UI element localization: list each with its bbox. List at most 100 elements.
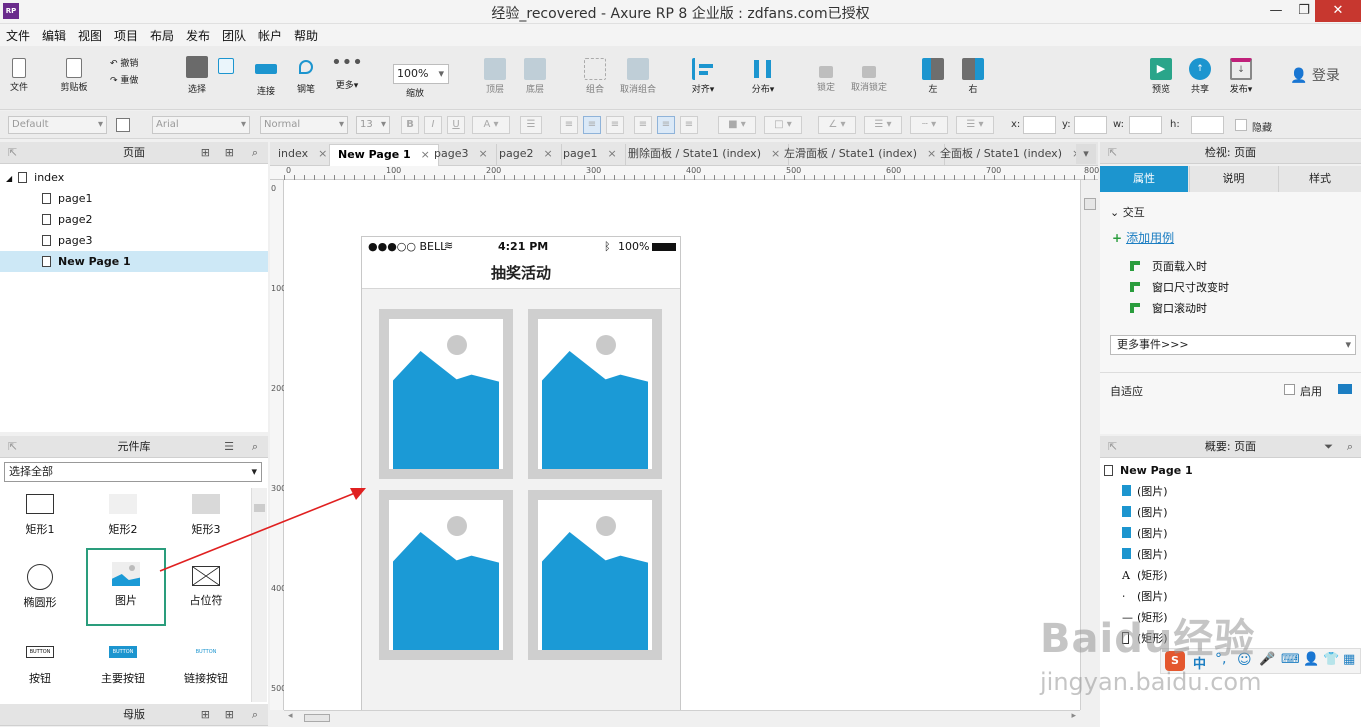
lock-button[interactable]: 锁定 bbox=[812, 52, 840, 93]
font-size-select[interactable]: 13 bbox=[356, 116, 390, 134]
bold-button[interactable]: B bbox=[401, 116, 419, 134]
font-weight-select[interactable]: Normal bbox=[260, 116, 348, 134]
library-filter-select[interactable]: 选择全部 ▾ bbox=[4, 462, 262, 482]
add-master-icon[interactable]: ⊞ bbox=[201, 704, 210, 726]
outline-item[interactable]: (图片) bbox=[1100, 502, 1361, 523]
distribute-button[interactable]: 分布▾ bbox=[748, 52, 778, 95]
menu-file[interactable]: 文件 bbox=[6, 27, 30, 44]
expand-arrow-icon[interactable]: ◢ bbox=[6, 174, 12, 183]
ime-mic-icon[interactable]: 🎤 bbox=[1259, 652, 1275, 667]
more-events-select[interactable]: 更多事件>>> ▾ bbox=[1110, 335, 1356, 355]
tab-new-page-1[interactable]: New Page 1 × bbox=[329, 144, 439, 166]
menu-layout[interactable]: 布局 bbox=[150, 27, 174, 44]
clipboard-button[interactable]: 剪贴板 bbox=[56, 52, 92, 93]
close-tab-icon[interactable]: × bbox=[543, 147, 552, 160]
valign-top-button[interactable]: ≡ bbox=[634, 116, 652, 134]
outline-item[interactable]: A (矩形) bbox=[1100, 565, 1361, 586]
underline-button[interactable]: U bbox=[447, 116, 465, 134]
page-tree-item-selected[interactable]: New Page 1 bbox=[0, 251, 268, 272]
ime-user-icon[interactable]: 👤 bbox=[1303, 652, 1319, 667]
collapse-icon[interactable]: ⇱ bbox=[8, 436, 17, 458]
widget-button[interactable]: BUTTON 按钮 bbox=[0, 640, 80, 696]
tab-page3[interactable]: page3 × bbox=[426, 144, 497, 166]
line-width-button[interactable]: ☰ ▾ bbox=[864, 116, 902, 134]
outline-item[interactable]: (图片) bbox=[1100, 544, 1361, 565]
publish-button[interactable]: ↓ 发布▾ bbox=[1226, 52, 1256, 95]
send-to-bottom-button[interactable]: 底层 bbox=[520, 52, 550, 95]
valign-middle-button[interactable]: ≡ bbox=[657, 116, 675, 134]
connect-button[interactable]: 连接 bbox=[252, 52, 280, 97]
unlock-button[interactable]: 取消锁定 bbox=[848, 52, 890, 93]
fill-color-button[interactable]: ■ ▾ bbox=[718, 116, 756, 134]
phone-mockup[interactable]: ●●●○○ BELL ≋ 4:21 PM ᛒ 100% 抽奖活动 bbox=[361, 236, 681, 716]
menu-view[interactable]: 视图 bbox=[78, 27, 102, 44]
widget-ellipse[interactable]: 椭圆形 bbox=[0, 560, 80, 616]
add-folder-icon[interactable]: ⊞ bbox=[225, 704, 234, 726]
image-placeholder[interactable] bbox=[379, 309, 513, 479]
menu-team[interactable]: 团队 bbox=[222, 27, 246, 44]
collapse-icon[interactable]: ⇱ bbox=[1108, 436, 1117, 458]
scroll-thumb[interactable] bbox=[304, 714, 330, 722]
italic-button[interactable]: I bbox=[424, 116, 442, 134]
share-button[interactable]: ↑ 共享 bbox=[1186, 52, 1214, 95]
collapse-icon[interactable]: ⇱ bbox=[1108, 142, 1117, 164]
y-input[interactable] bbox=[1074, 116, 1107, 134]
align-right-button[interactable]: ≡ bbox=[606, 116, 624, 134]
add-folder-icon[interactable]: ⊞ bbox=[225, 142, 234, 164]
menu-project[interactable]: 项目 bbox=[114, 27, 138, 44]
image-placeholder[interactable] bbox=[528, 309, 662, 479]
x-input[interactable] bbox=[1023, 116, 1056, 134]
image-placeholder[interactable] bbox=[379, 490, 513, 660]
adaptive-enable-checkbox[interactable] bbox=[1284, 384, 1295, 395]
scroll-left-icon[interactable]: ◂ bbox=[288, 711, 293, 721]
menu-edit[interactable]: 编辑 bbox=[42, 27, 66, 44]
align-button[interactable]: 对齐▾ bbox=[688, 52, 718, 95]
arrow-style-button[interactable]: ☰ ▾ bbox=[956, 116, 994, 134]
tab-page1[interactable]: page1 × bbox=[555, 144, 626, 166]
align-left-button[interactable]: ≡ bbox=[560, 116, 578, 134]
tabs-dropdown-icon[interactable]: ▾ bbox=[1076, 144, 1096, 164]
outline-item[interactable]: (图片) bbox=[1100, 481, 1361, 502]
bullet-button[interactable]: ☰ bbox=[520, 116, 542, 134]
minimize-button[interactable]: — bbox=[1262, 0, 1290, 22]
close-button[interactable]: ✕ bbox=[1315, 0, 1361, 22]
scroll-right-icon[interactable]: ▸ bbox=[1071, 711, 1076, 721]
close-tab-icon[interactable]: × bbox=[318, 147, 327, 160]
login-button[interactable]: 👤 登录 bbox=[1290, 65, 1340, 85]
file-button[interactable]: 文件 bbox=[6, 52, 32, 93]
image-placeholder[interactable] bbox=[528, 490, 662, 660]
hide-checkbox[interactable] bbox=[1235, 119, 1247, 131]
align-center-button[interactable]: ≡ bbox=[583, 116, 601, 134]
add-case-link[interactable]: + 添加用例 bbox=[1112, 229, 1174, 246]
redo-button[interactable]: ↷ 重做 bbox=[110, 73, 138, 86]
maximize-button[interactable]: ❐ bbox=[1290, 0, 1318, 22]
font-color-button[interactable]: A ▾ bbox=[472, 116, 510, 134]
tab-left-slide-panel[interactable]: 左滑面板 / State1 (index) × bbox=[776, 144, 946, 166]
select-mode-button[interactable] bbox=[214, 52, 238, 76]
menu-icon[interactable]: ☰ bbox=[224, 436, 234, 458]
event-window-scroll[interactable]: 窗口滚动时 bbox=[1130, 298, 1229, 319]
tab-properties[interactable]: 属性 bbox=[1100, 166, 1188, 192]
preview-button[interactable]: ▶ 预览 bbox=[1148, 52, 1174, 95]
select-button[interactable]: 选择 bbox=[178, 52, 216, 95]
collapse-icon[interactable]: ⇱ bbox=[8, 142, 17, 164]
widget-primary-button[interactable]: BUTTON 主要按钮 bbox=[83, 640, 163, 696]
outline-item[interactable]: (图片) bbox=[1100, 523, 1361, 544]
close-tab-icon[interactable]: × bbox=[607, 147, 616, 160]
right-button[interactable]: 右 bbox=[960, 52, 986, 95]
pen-button[interactable]: 钢笔 bbox=[292, 52, 320, 95]
filter-icon[interactable]: ⏷ bbox=[1324, 436, 1333, 458]
search-icon[interactable]: ⌕ bbox=[252, 704, 258, 726]
more-button[interactable]: ••• 更多▾ bbox=[330, 52, 364, 91]
style-editor-icon[interactable] bbox=[116, 118, 130, 132]
outline-root[interactable]: New Page 1 bbox=[1100, 460, 1361, 481]
event-page-load[interactable]: 页面载入时 bbox=[1130, 256, 1229, 277]
zoom-select[interactable]: 100% ▾ bbox=[393, 64, 449, 84]
outline-item[interactable]: ⋅ (图片) bbox=[1100, 586, 1361, 607]
close-tab-icon[interactable]: × bbox=[478, 147, 487, 160]
ime-skin-icon[interactable]: 👕 bbox=[1323, 652, 1339, 667]
chevron-down-icon[interactable]: ⌄ bbox=[1110, 206, 1123, 219]
tab-page2[interactable]: page2 × bbox=[491, 144, 562, 166]
widget-link-button[interactable]: BUTTON 链接按钮 bbox=[166, 640, 246, 696]
h-input[interactable] bbox=[1191, 116, 1224, 134]
